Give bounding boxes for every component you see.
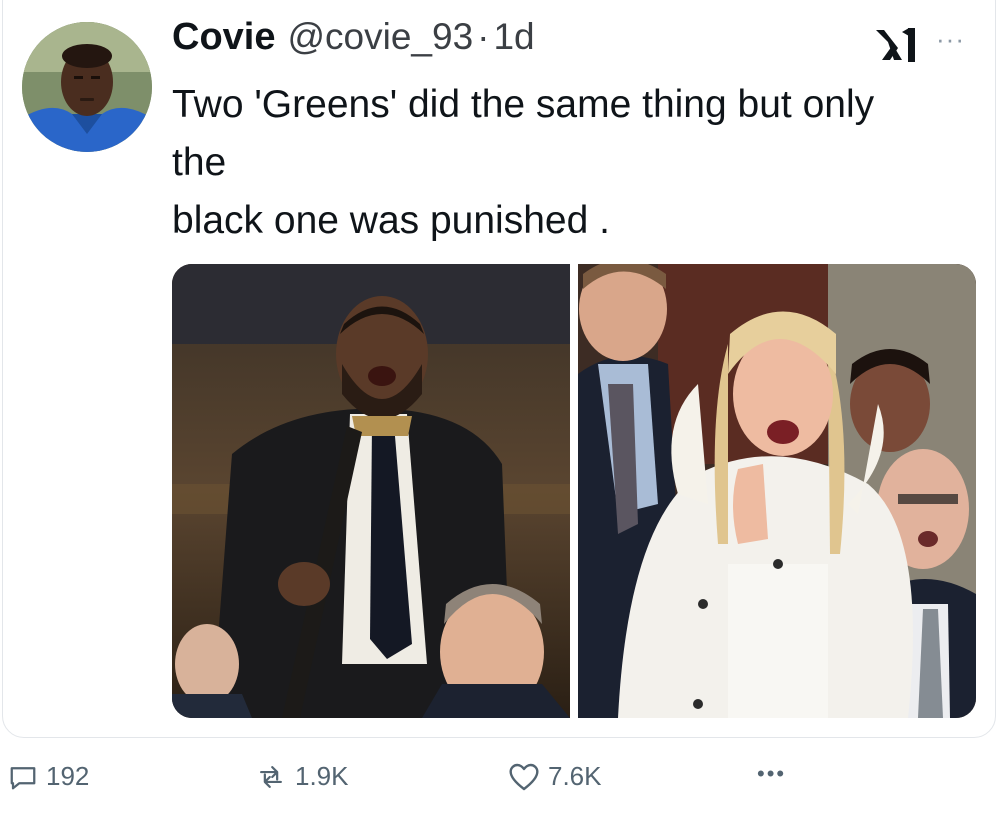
photo-woman-in-white-coat-icon <box>578 264 976 718</box>
more-actions-button[interactable]: ••• <box>757 761 786 787</box>
media-photo-right[interactable] <box>578 264 976 718</box>
author-handle[interactable]: @covie_93 <box>287 16 473 58</box>
x-logo-icon[interactable] <box>874 24 920 66</box>
tweet-media[interactable] <box>172 264 976 718</box>
photo-man-with-cane-icon <box>172 264 570 718</box>
heart-icon <box>509 763 539 790</box>
more-dots-icon: ••• <box>757 761 787 786</box>
more-options-icon[interactable]: ··· <box>936 24 965 55</box>
avatar[interactable] <box>22 22 152 152</box>
avatar-photo <box>22 22 152 152</box>
like-button[interactable]: 7.6K <box>508 761 602 792</box>
media-photo-left[interactable] <box>172 264 570 718</box>
reply-count: 192 <box>46 761 90 791</box>
author-name[interactable]: Covie <box>172 16 275 59</box>
tweet-header: Covie @covie_93 · 1d <box>172 16 535 66</box>
tweet-text-line: black one was punished . <box>172 199 610 242</box>
separator-dot: · <box>477 16 490 57</box>
tweet-text-line: Two 'Greens' did the same thing but only <box>172 83 875 126</box>
reply-button[interactable]: 192 <box>8 761 89 792</box>
timestamp[interactable]: 1d <box>493 16 534 58</box>
repost-count: 1.9K <box>295 761 349 791</box>
reply-icon <box>10 766 36 789</box>
tweet-text: Two 'Greens' did the same thing but only… <box>172 76 972 250</box>
like-count: 7.6K <box>548 761 602 791</box>
repost-button[interactable]: 1.9K <box>255 761 349 792</box>
tweet-text-line: the <box>172 141 227 184</box>
repost-icon <box>260 765 282 788</box>
tweet-actions: 192 1.9K 7.6K ••• <box>0 755 1000 805</box>
